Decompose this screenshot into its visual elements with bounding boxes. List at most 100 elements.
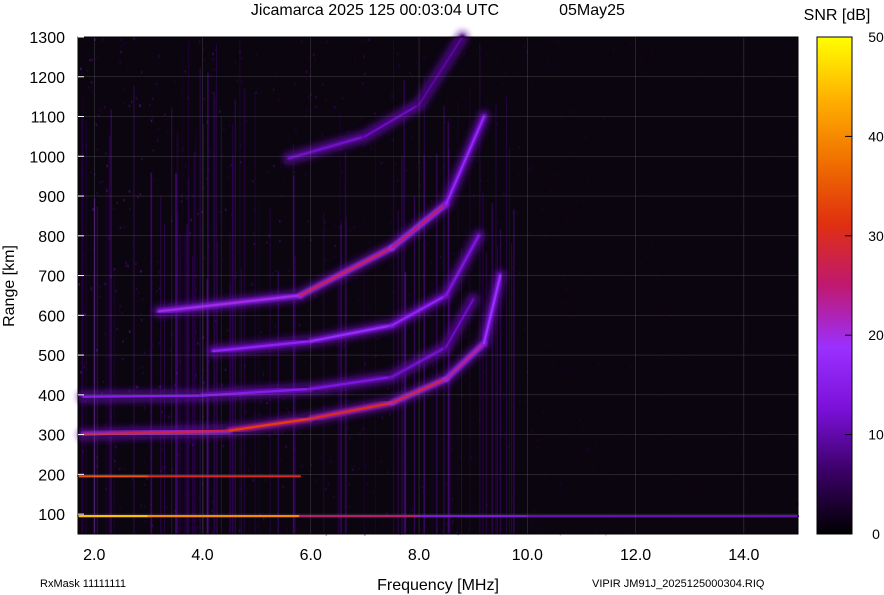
noise-dot [277, 166, 280, 170]
noise-dot [266, 401, 268, 405]
noise-dot [758, 125, 760, 128]
noise-dot [786, 223, 789, 227]
plot-area [67, 30, 809, 537]
noise-dot [307, 220, 309, 223]
noise-dot [596, 267, 599, 271]
noise-dot [725, 402, 727, 405]
noise-dot [272, 88, 275, 91]
noise-dot [769, 447, 771, 451]
noise-dot [242, 280, 244, 283]
noise-dot [488, 160, 491, 164]
noise-dot [714, 163, 716, 166]
y-tick-label: 1100 [31, 110, 66, 127]
noise-dot [723, 311, 725, 314]
noise-dot [463, 52, 465, 56]
noise-dot [197, 212, 199, 215]
noise-dot [718, 365, 720, 369]
x-tick-label: 12.0 [620, 547, 651, 564]
y-tick-label: 300 [38, 428, 65, 445]
noise-dot [613, 458, 616, 462]
noise-dot [649, 347, 651, 351]
noise-dot [564, 199, 566, 203]
noise-dot [531, 430, 533, 433]
noise-dot [245, 120, 248, 123]
noise-dot [777, 372, 779, 375]
noise-dot [580, 244, 583, 248]
x-tick-label: 2.0 [83, 547, 105, 564]
noise-dot [576, 200, 578, 204]
noise-dot [525, 399, 527, 402]
noise-dot [561, 232, 563, 236]
noise-dot [790, 83, 792, 86]
noise-dot [782, 299, 784, 302]
noise-dot [440, 172, 443, 175]
noise-dot [141, 318, 143, 322]
noise-dot [559, 484, 561, 487]
noise-dot [741, 189, 743, 193]
noise-dot [424, 56, 426, 59]
noise-dot [541, 60, 543, 63]
noise-dot [632, 390, 634, 393]
noise-dot [450, 262, 452, 266]
noise-dot [151, 97, 154, 100]
noise-dot [776, 113, 778, 116]
noise-dot [591, 205, 593, 208]
noise-dot [567, 304, 569, 307]
noise-dot [388, 157, 391, 161]
noise-dot [760, 458, 762, 462]
noise-dot [437, 392, 440, 395]
noise-dot [658, 306, 661, 309]
noise-dot [259, 336, 262, 339]
noise-dot [529, 232, 531, 235]
noise-dot [218, 44, 221, 47]
noise-dot [411, 135, 414, 138]
noise-dot [516, 211, 518, 214]
noise-dot [586, 450, 588, 453]
noise-dot [523, 327, 526, 330]
noise-dot [727, 134, 729, 137]
noise-dot [203, 58, 206, 61]
noise-dot [749, 55, 751, 58]
noise-dot [625, 131, 627, 135]
noise-dot [633, 320, 635, 324]
noise-dot [275, 269, 277, 273]
noise-dot [252, 180, 254, 183]
noise-dot [306, 89, 309, 93]
y-tick-label: 100 [38, 507, 65, 524]
noise-dot [251, 283, 254, 286]
noise-dot [555, 174, 557, 177]
noise-dot [653, 443, 656, 446]
noise-dot [349, 228, 351, 231]
noise-dot [359, 369, 362, 372]
noise-dot [784, 264, 786, 267]
noise-dot [120, 50, 122, 54]
noise-dot [507, 244, 509, 248]
noise-dot [775, 402, 777, 405]
noise-dot [603, 323, 605, 327]
noise-dot [156, 289, 158, 293]
noise-dot [510, 129, 512, 132]
noise-dot [582, 199, 584, 202]
noise-dot [669, 314, 672, 317]
noise-dot [647, 183, 650, 187]
noise-dot [594, 529, 597, 532]
noise-dot [128, 190, 131, 193]
noise-dot [234, 60, 236, 64]
noise-dot [498, 384, 500, 387]
noise-dot [334, 244, 336, 248]
noise-dot [670, 77, 673, 80]
noise-dot [549, 188, 552, 191]
noise-dot [158, 341, 160, 345]
noise-dot [725, 77, 728, 81]
noise-dot [464, 335, 466, 338]
noise-dot [279, 459, 282, 462]
noise-dot [332, 255, 335, 258]
noise-dot [89, 59, 91, 62]
noise-dot [503, 319, 505, 323]
noise-dot [139, 104, 141, 107]
noise-dot [731, 457, 734, 460]
noise-dot [463, 97, 465, 100]
noise-dot [606, 50, 609, 53]
noise-dot [116, 502, 119, 505]
noise-dot [694, 177, 696, 181]
